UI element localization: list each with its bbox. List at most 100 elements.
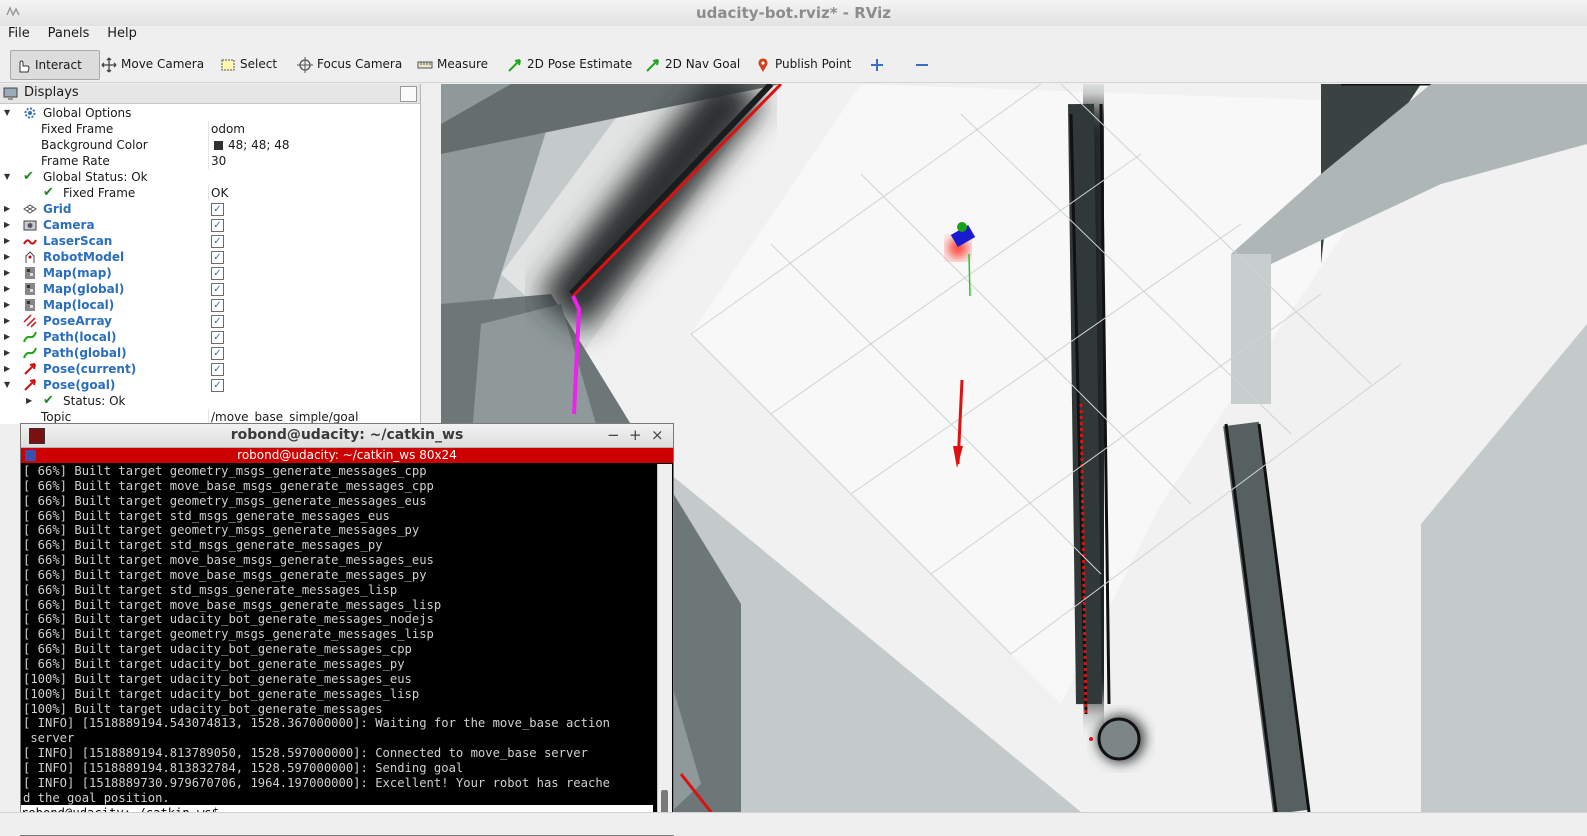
background-color-value[interactable]: 48; 48; 48 <box>228 137 290 153</box>
move-arrows-icon <box>101 57 117 72</box>
2d-pose-estimate-button[interactable]: 2D Pose Estimate <box>507 50 632 78</box>
terminal-output[interactable]: [ 66%] Built target geometry_msgs_genera… <box>23 464 657 834</box>
displays-header: Displays <box>0 84 420 104</box>
camera-icon <box>23 220 37 231</box>
collapse-arrow-icon[interactable]: ▶ <box>26 393 32 409</box>
fixed-frame-label: Fixed Frame <box>41 122 114 136</box>
display-enabled-checkbox[interactable]: ✓ <box>211 283 224 296</box>
expand-arrow-icon[interactable]: ▼ <box>4 105 10 121</box>
terminal-line: [ 66%] Built target geometry_msgs_genera… <box>23 627 434 642</box>
background-color-row[interactable]: Background Color 48; 48; 48 <box>0 137 420 153</box>
display-item-pose-current[interactable]: ▶ Pose(current) ✓ <box>0 361 420 377</box>
publish-point-button[interactable]: Publish Point <box>755 50 851 78</box>
toolbar: Interact Move Camera Select Focus Camera… <box>0 46 1587 83</box>
undock-button[interactable] <box>400 86 417 102</box>
terminal-tab[interactable]: robond@udacity: ~/catkin_ws 80x24 <box>21 448 673 463</box>
collapse-arrow-icon[interactable]: ▶ <box>4 201 10 217</box>
display-item-path-global[interactable]: ▶ Path(global) ✓ <box>0 345 420 361</box>
collapse-arrow-icon[interactable]: ▶ <box>4 297 10 313</box>
add-tool-button[interactable] <box>869 50 889 78</box>
terminal-window[interactable]: robond@udacity: ~/catkin_ws − + × robond… <box>20 423 674 836</box>
terminal-line: server <box>23 731 75 746</box>
frame-rate-row[interactable]: Frame Rate 30 <box>0 153 420 169</box>
terminal-title: robond@udacity: ~/catkin_ws <box>230 427 464 443</box>
display-item-grid[interactable]: ▶ Grid ✓ <box>0 201 420 217</box>
terminal-line: [100%] Built target udacity_bot_generate… <box>23 701 383 716</box>
menu-panels[interactable]: Panels <box>34 26 90 42</box>
global-status-row[interactable]: ▼ ✔ Global Status: Ok <box>0 169 420 185</box>
fixed-frame-value[interactable]: odom <box>211 121 245 137</box>
terminal-line: [ INFO] [1518889194.543074813, 1528.3670… <box>23 716 610 731</box>
ruler-icon <box>417 61 433 68</box>
collapse-arrow-icon[interactable]: ▶ <box>4 217 10 233</box>
minus-icon <box>916 63 928 66</box>
fixed-frame-row[interactable]: Fixed Frame odom <box>0 121 420 137</box>
status-fixed-frame-row[interactable]: ✔ Fixed Frame OK <box>0 185 420 201</box>
terminal-line: [100%] Built target udacity_bot_generate… <box>23 686 420 701</box>
obstacle-circle <box>1097 717 1141 761</box>
terminal-scrollbar[interactable] <box>657 464 672 834</box>
interact-button[interactable]: Interact <box>10 50 100 80</box>
collapse-arrow-icon[interactable]: ▶ <box>4 233 10 249</box>
display-enabled-checkbox[interactable]: ✓ <box>211 331 224 344</box>
move-camera-button[interactable]: Move Camera <box>101 50 204 78</box>
collapse-arrow-icon[interactable]: ▶ <box>4 313 10 329</box>
display-enabled-checkbox[interactable]: ✓ <box>211 267 224 280</box>
display-enabled-checkbox[interactable]: ✓ <box>211 235 224 248</box>
terminal-tab-label: robond@udacity: ~/catkin_ws 80x24 <box>237 448 457 462</box>
display-item-posearray[interactable]: ▶ PoseArray ✓ <box>0 313 420 329</box>
collapse-arrow-icon[interactable]: ▶ <box>4 281 10 297</box>
display-enabled-checkbox[interactable]: ✓ <box>211 347 224 360</box>
minimize-icon[interactable]: − <box>607 426 620 444</box>
display-item-map-local[interactable]: ▶ Map(local) ✓ <box>0 297 420 313</box>
measure-button[interactable]: Measure <box>417 50 488 78</box>
publish-point-label: Publish Point <box>775 57 852 71</box>
display-item-label: Map(global) <box>43 282 125 296</box>
display-item-label: Path(local) <box>43 330 117 344</box>
display-item-label: LaserScan <box>43 234 113 248</box>
focus-target-icon <box>297 56 313 73</box>
2d-nav-goal-button[interactable]: 2D Nav Goal <box>645 50 740 78</box>
terminal-titlebar: robond@udacity: ~/catkin_ws − + × <box>21 424 673 448</box>
path-icon <box>23 347 37 359</box>
menu-help[interactable]: Help <box>93 26 137 42</box>
display-enabled-checkbox[interactable]: ✓ <box>211 363 224 376</box>
focus-camera-button[interactable]: Focus Camera <box>297 50 402 78</box>
menu-file[interactable]: File <box>0 26 30 42</box>
display-enabled-checkbox[interactable]: ✓ <box>211 219 224 232</box>
select-button[interactable]: Select <box>220 50 277 78</box>
collapse-arrow-icon[interactable]: ▶ <box>4 249 10 265</box>
terminal-tab-icon <box>25 450 36 461</box>
display-item-camera[interactable]: ▶ Camera ✓ <box>0 217 420 233</box>
display-item-label: PoseArray <box>43 314 112 328</box>
display-item-pose-goal[interactable]: ▼ Pose(goal) ✓ <box>0 377 420 393</box>
display-enabled-checkbox[interactable]: ✓ <box>211 251 224 264</box>
collapse-arrow-icon[interactable]: ▶ <box>4 361 10 377</box>
expand-arrow-icon[interactable]: ▼ <box>4 377 10 393</box>
hand-pointer-icon <box>19 59 30 72</box>
frame-rate-value[interactable]: 30 <box>211 153 226 169</box>
collapse-arrow-icon[interactable]: ▶ <box>4 265 10 281</box>
display-item-map-map[interactable]: ▶ Map(map) ✓ <box>0 265 420 281</box>
collapse-arrow-icon[interactable]: ▶ <box>4 329 10 345</box>
expand-arrow-icon[interactable]: ▼ <box>4 169 10 185</box>
display-enabled-checkbox[interactable]: ✓ <box>211 379 224 392</box>
global-options-row[interactable]: ▼ Global Options <box>0 105 420 121</box>
display-item-laserscan[interactable]: ▶ LaserScan ✓ <box>0 233 420 249</box>
collapse-arrow-icon[interactable]: ▶ <box>4 345 10 361</box>
display-item-label: Pose(goal) <box>43 378 116 392</box>
close-icon[interactable]: × <box>651 426 664 444</box>
displays-title: Displays <box>24 85 79 100</box>
terminal-line: [ INFO] [1518889730.979670706, 1964.1970… <box>23 775 610 790</box>
goal-status-row[interactable]: ▶ ✔ Status: Ok <box>0 393 420 409</box>
maximize-icon[interactable]: + <box>629 426 642 444</box>
display-item-robotmodel[interactable]: ▶ RobotModel ✓ <box>0 249 420 265</box>
display-enabled-checkbox[interactable]: ✓ <box>211 203 224 216</box>
interact-label: Interact <box>35 58 82 72</box>
display-enabled-checkbox[interactable]: ✓ <box>211 299 224 312</box>
checkmark-icon: ✔ <box>23 169 34 184</box>
remove-tool-button[interactable] <box>914 50 934 78</box>
display-item-path-local[interactable]: ▶ Path(local) ✓ <box>0 329 420 345</box>
display-enabled-checkbox[interactable]: ✓ <box>211 315 224 328</box>
display-item-map-global[interactable]: ▶ Map(global) ✓ <box>0 281 420 297</box>
